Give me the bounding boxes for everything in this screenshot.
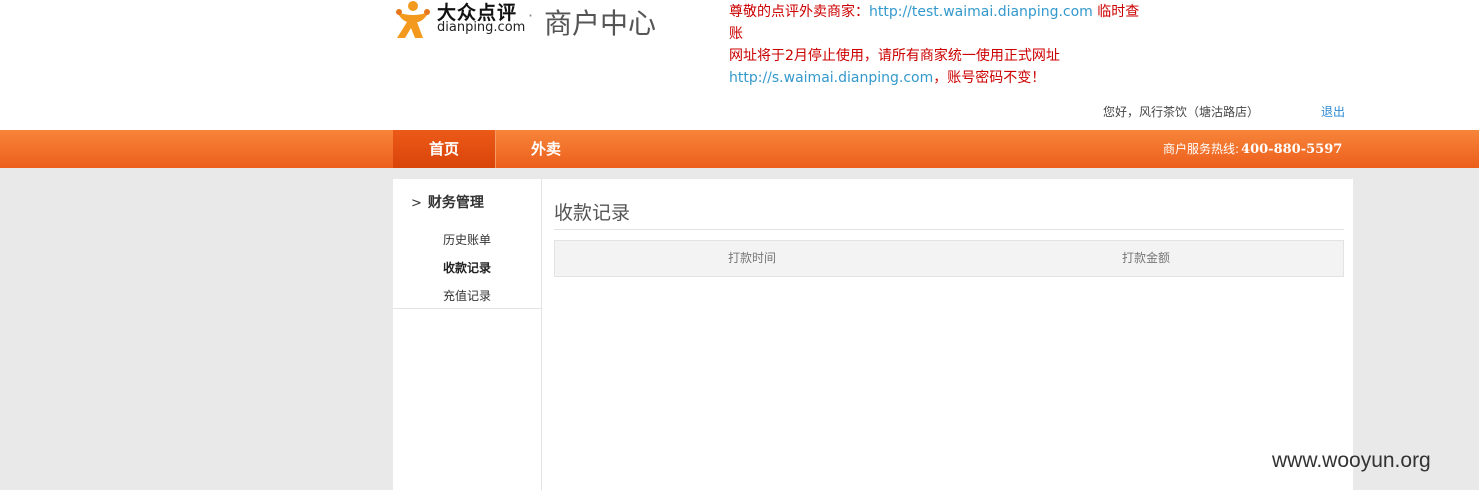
- column-header-payment-time: 打款时间: [727, 251, 776, 265]
- content-panel: > 财务管理 历史账单 收款记录 充值记录 收款记录 打款时间 打款金额: [393, 179, 1353, 490]
- logo-english-text: dianping.com: [437, 20, 526, 35]
- chevron-right-icon: >: [411, 196, 422, 211]
- logo-figure-icon: [396, 1, 430, 38]
- logout-link[interactable]: 退出: [1321, 103, 1345, 120]
- notice-line-3: http://s.waimai.dianping.com，账号密码不变！: [729, 67, 1149, 89]
- sidebar-divider: [393, 308, 541, 309]
- column-header-payment-amount: 打款金额: [1121, 251, 1170, 265]
- sidebar-item-recharge-records[interactable]: 充值记录: [443, 287, 491, 304]
- nav-tab-waimai[interactable]: 外卖: [496, 130, 596, 168]
- sidebar: > 财务管理 历史账单 收款记录 充值记录: [393, 179, 542, 490]
- sidebar-item-payment-records[interactable]: 收款记录: [443, 259, 491, 276]
- sidebar-section-label: 财务管理: [427, 195, 484, 211]
- notice-official-url-link[interactable]: http://s.waimai.dianping.com: [729, 70, 933, 86]
- notice-line-3-suffix: ，账号密码不变！: [933, 70, 1046, 86]
- hotline-label: 商户服务热线:: [1163, 142, 1240, 156]
- notice-message: 尊敬的点评外卖商家：http://test.waimai.dianping.co…: [729, 1, 1149, 89]
- title-separator-dot: ·: [528, 6, 534, 25]
- notice-line-1-prefix: 尊敬的点评外卖商家：: [729, 4, 869, 20]
- sidebar-item-history-bills[interactable]: 历史账单: [443, 231, 491, 248]
- page-header: 大众点评 dianping.com · 商户中心 尊敬的点评外卖商家：http:…: [0, 0, 1479, 130]
- notice-line-1: 尊敬的点评外卖商家：http://test.waimai.dianping.co…: [729, 1, 1149, 45]
- table-header: 打款时间 打款金额: [554, 240, 1344, 277]
- page-title: 收款记录: [554, 202, 631, 224]
- title-divider: [554, 229, 1344, 230]
- watermark-text: www.wooyun.org: [1272, 449, 1431, 472]
- notice-test-url-link[interactable]: http://test.waimai.dianping.com: [869, 4, 1093, 20]
- main-nav-bar: 首页 外卖 商户服务热线: 400-880-5597: [0, 130, 1479, 168]
- service-hotline: 商户服务热线: 400-880-5597: [1163, 130, 1342, 168]
- sidebar-section-finance[interactable]: > 财务管理: [411, 192, 484, 212]
- dianping-logo[interactable]: 大众点评 dianping.com: [393, 0, 526, 40]
- notice-line-2: 网址将于2月停止使用，请所有商家统一使用正式网址: [729, 48, 1060, 64]
- user-greeting: 您好，风行茶饮（塘沽路店）: [1103, 105, 1260, 119]
- nav-tab-home[interactable]: 首页: [393, 130, 496, 168]
- merchant-center-title: 商户中心: [544, 7, 657, 40]
- hotline-number: 400-880-5597: [1241, 142, 1343, 157]
